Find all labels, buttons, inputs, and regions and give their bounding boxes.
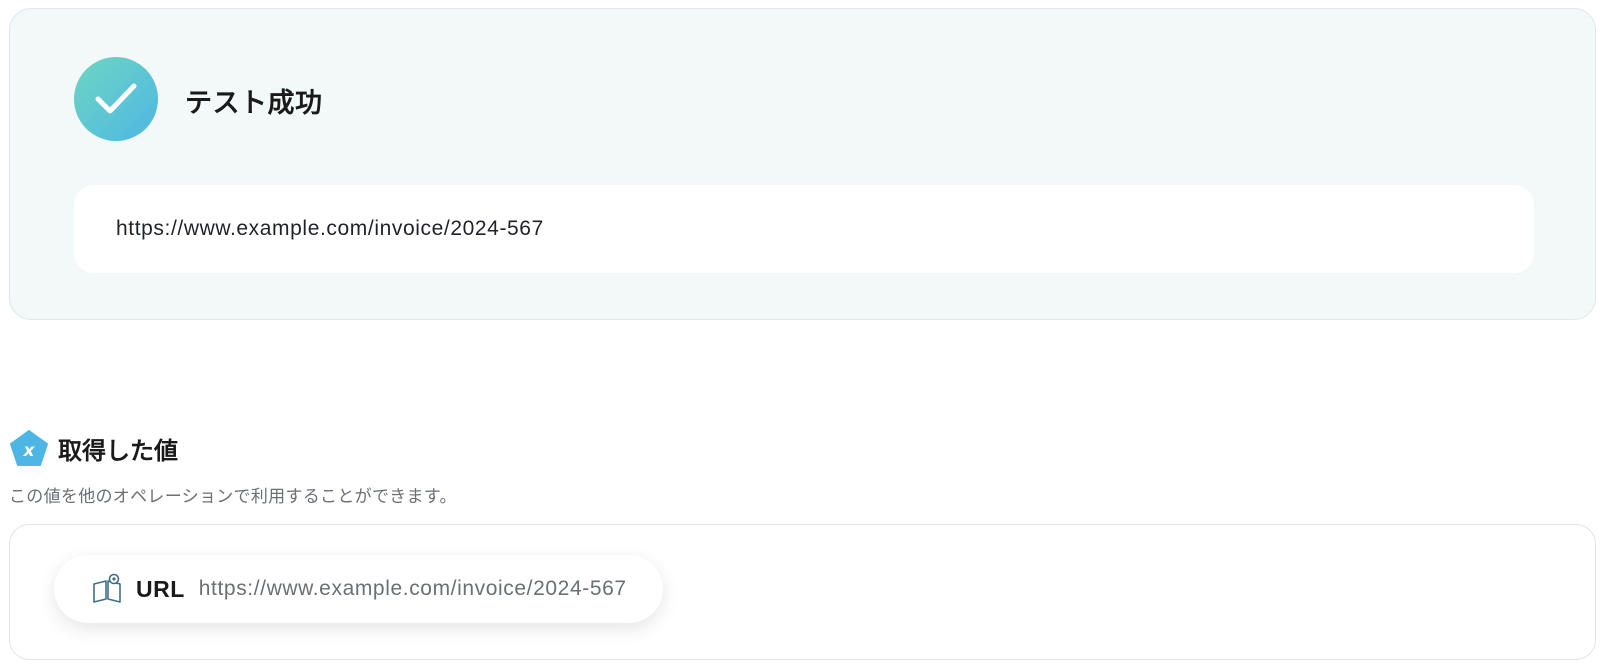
book-icon [93, 573, 121, 603]
svg-text:x: x [23, 441, 36, 461]
acquired-values-panel: URL https://www.example.com/invoice/2024… [9, 524, 1596, 660]
test-output-box: https://www.example.com/invoice/2024-567 [74, 185, 1534, 273]
value-chip-label: URL [136, 575, 185, 602]
value-chip-value: https://www.example.com/invoice/2024-567 [198, 577, 627, 600]
test-success-title: テスト成功 [185, 88, 323, 118]
acquired-values-description: この値を他のオペレーションで利用することができます。 [9, 487, 457, 506]
check-icon [74, 57, 158, 141]
variable-pentagon-icon: x [10, 430, 48, 466]
test-success-panel: テスト成功 https://www.example.com/invoice/20… [9, 8, 1596, 320]
value-chip-url[interactable]: URL https://www.example.com/invoice/2024… [54, 555, 663, 623]
acquired-values-header: x 取得した値 [10, 430, 178, 466]
test-output-value: https://www.example.com/invoice/2024-567 [116, 217, 544, 240]
acquired-values-title: 取得した値 [58, 437, 178, 465]
